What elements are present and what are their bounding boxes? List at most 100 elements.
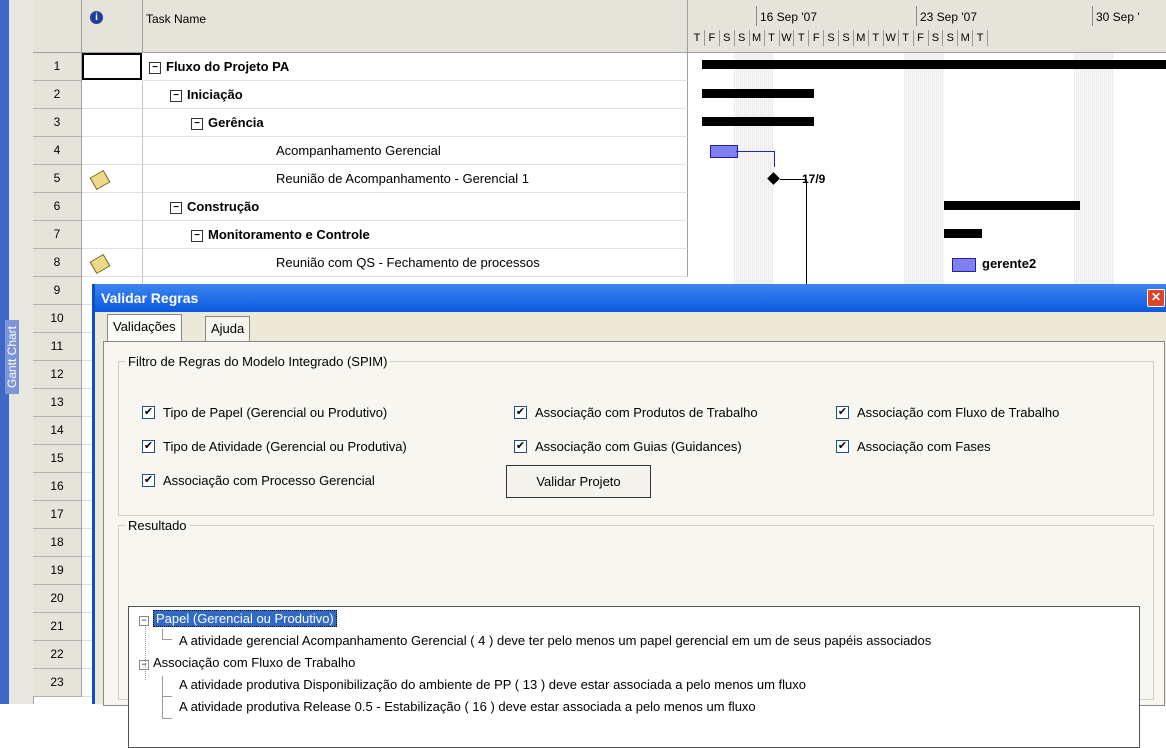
- milestone-date-label: 17/9: [802, 172, 826, 186]
- checkbox-box[interactable]: ✔: [514, 440, 527, 453]
- checkbox-box[interactable]: ✔: [142, 474, 155, 487]
- task-row[interactable]: − Monitoramento e Controle: [143, 221, 688, 249]
- collapse-icon[interactable]: −: [170, 201, 182, 214]
- checkbox-box[interactable]: ✔: [142, 440, 155, 453]
- task-row[interactable]: Reunião com QS - Fechamento de processos: [143, 249, 688, 277]
- indicator-cell[interactable]: [82, 221, 143, 249]
- checkbox-label: Associação com Guias (Guidances): [535, 439, 742, 454]
- tab-ajuda[interactable]: Ajuda: [205, 316, 251, 341]
- row-number[interactable]: 14: [33, 417, 82, 445]
- summary-bar[interactable]: [944, 229, 982, 238]
- collapse-icon[interactable]: −: [170, 89, 182, 102]
- task-row[interactable]: Acompanhamento Gerencial: [143, 137, 688, 165]
- checkbox-box[interactable]: ✔: [142, 406, 155, 419]
- task-row[interactable]: − Fluxo do Projeto PA: [143, 53, 688, 81]
- result-text: A atividade gerencial Acompanhamento Ger…: [179, 633, 932, 648]
- day-label: M: [958, 30, 974, 46]
- row-number[interactable]: 4: [33, 137, 82, 165]
- row-number[interactable]: 12: [33, 361, 82, 389]
- task-name: Reunião com QS - Fechamento de processos: [276, 255, 540, 270]
- row-number[interactable]: 6: [33, 193, 82, 221]
- result-group-title: Resultado: [128, 518, 187, 533]
- row-number[interactable]: 20: [33, 585, 82, 613]
- rule-checkbox[interactable]: ✔ Associação com Produtos de Trabalho: [514, 397, 758, 428]
- row-number[interactable]: 10: [33, 305, 82, 333]
- indicator-cell[interactable]: [82, 193, 143, 221]
- result-tree[interactable]: − Papel (Gerencial ou Produtivo) A ativida…: [128, 606, 1140, 748]
- task-name: Fluxo do Projeto PA: [166, 59, 290, 74]
- dependency-link: [806, 179, 807, 284]
- tab-validacoes[interactable]: Validações: [107, 314, 182, 341]
- resource-label: gerente2: [982, 256, 1037, 271]
- collapse-icon[interactable]: −: [149, 61, 161, 74]
- day-label: S: [735, 30, 750, 46]
- select-all-corner[interactable]: [33, 0, 82, 53]
- task-bar[interactable]: [710, 145, 738, 158]
- row-number[interactable]: 17: [33, 501, 82, 529]
- validar-projeto-button[interactable]: Validar Projeto: [506, 465, 651, 498]
- indicator-cell[interactable]: [82, 137, 143, 165]
- checkbox-box[interactable]: ✔: [836, 406, 849, 419]
- close-icon[interactable]: ✕: [1147, 289, 1165, 307]
- day-label: F: [705, 30, 720, 46]
- summary-bar[interactable]: [702, 89, 814, 98]
- indicator-cell[interactable]: [82, 81, 143, 109]
- row-number[interactable]: 18: [33, 529, 82, 557]
- task-row[interactable]: Reunião de Acompanhamento - Gerencial 1: [143, 165, 688, 193]
- checkbox-box[interactable]: ✔: [836, 440, 849, 453]
- rule-checkbox[interactable]: ✔ Associação com Guias (Guidances): [514, 431, 742, 462]
- day-label: S: [943, 30, 959, 46]
- collapse-icon[interactable]: −: [139, 660, 149, 670]
- checkbox-label: Associação com Processo Gerencial: [163, 473, 375, 488]
- result-group-node[interactable]: − Associação com Fluxo de Trabalho: [139, 655, 355, 670]
- row-number[interactable]: 3: [33, 109, 82, 137]
- result-text: A atividade produtiva Release 0.5 - Esta…: [179, 699, 756, 714]
- day-label: S: [839, 30, 854, 46]
- dialog-title-bar[interactable]: Validar Regras ✕: [95, 284, 1166, 312]
- row-number[interactable]: 19: [33, 557, 82, 585]
- indicator-cell[interactable]: [82, 53, 142, 80]
- row-number[interactable]: 2: [33, 81, 82, 109]
- task-row[interactable]: − Gerência: [143, 109, 688, 137]
- row-number[interactable]: 15: [33, 445, 82, 473]
- task-bar[interactable]: [952, 258, 976, 272]
- summary-bar[interactable]: [944, 201, 1080, 210]
- row-number[interactable]: 8: [33, 249, 82, 277]
- row-number[interactable]: 1: [33, 53, 82, 81]
- indicators-header[interactable]: i: [82, 0, 143, 53]
- rule-checkbox[interactable]: ✔ Associação com Fluxo de Trabalho: [836, 397, 1059, 428]
- task-name-header[interactable]: Task Name: [143, 0, 688, 53]
- task-row[interactable]: − Construção: [143, 193, 688, 221]
- indicator-cell[interactable]: [82, 109, 143, 137]
- result-item[interactable]: A atividade produtiva Disponibilização d…: [179, 677, 806, 692]
- day-label: T: [869, 30, 884, 46]
- checkbox-box[interactable]: ✔: [514, 406, 527, 419]
- task-row[interactable]: − Iniciação: [143, 81, 688, 109]
- result-group-node[interactable]: − Papel (Gerencial ou Produtivo): [139, 610, 337, 627]
- task-name: Iniciação: [187, 87, 243, 102]
- rule-checkbox[interactable]: ✔ Tipo de Atividade (Gerencial ou Produti…: [142, 431, 407, 462]
- result-item[interactable]: A atividade produtiva Release 0.5 - Esta…: [179, 699, 756, 714]
- day-label: T: [794, 30, 810, 46]
- row-number[interactable]: 9: [33, 277, 82, 305]
- result-item[interactable]: A atividade gerencial Acompanhamento Ger…: [179, 633, 931, 648]
- view-bar-label[interactable]: Gantt Chart: [5, 0, 34, 704]
- row-number[interactable]: 7: [33, 221, 82, 249]
- row-number[interactable]: 11: [33, 333, 82, 361]
- row-number[interactable]: 21: [33, 613, 82, 641]
- row-number[interactable]: 22: [33, 641, 82, 669]
- summary-bar[interactable]: [702, 117, 814, 126]
- collapse-icon[interactable]: −: [191, 117, 203, 130]
- row-number[interactable]: 16: [33, 473, 82, 501]
- day-label: W: [884, 30, 899, 46]
- collapse-icon[interactable]: −: [139, 616, 149, 626]
- rule-checkbox[interactable]: ✔ Associação com Fases: [836, 431, 991, 462]
- row-number[interactable]: 13: [33, 389, 82, 417]
- row-number[interactable]: 23: [33, 669, 82, 697]
- collapse-icon[interactable]: −: [191, 229, 203, 242]
- row-number[interactable]: 5: [33, 165, 82, 193]
- summary-bar[interactable]: [702, 60, 1166, 69]
- day-label: T: [973, 30, 989, 46]
- rule-checkbox[interactable]: ✔ Associação com Processo Gerencial: [142, 465, 375, 496]
- rule-checkbox[interactable]: ✔ Tipo de Papel (Gerencial ou Produtivo): [142, 397, 387, 428]
